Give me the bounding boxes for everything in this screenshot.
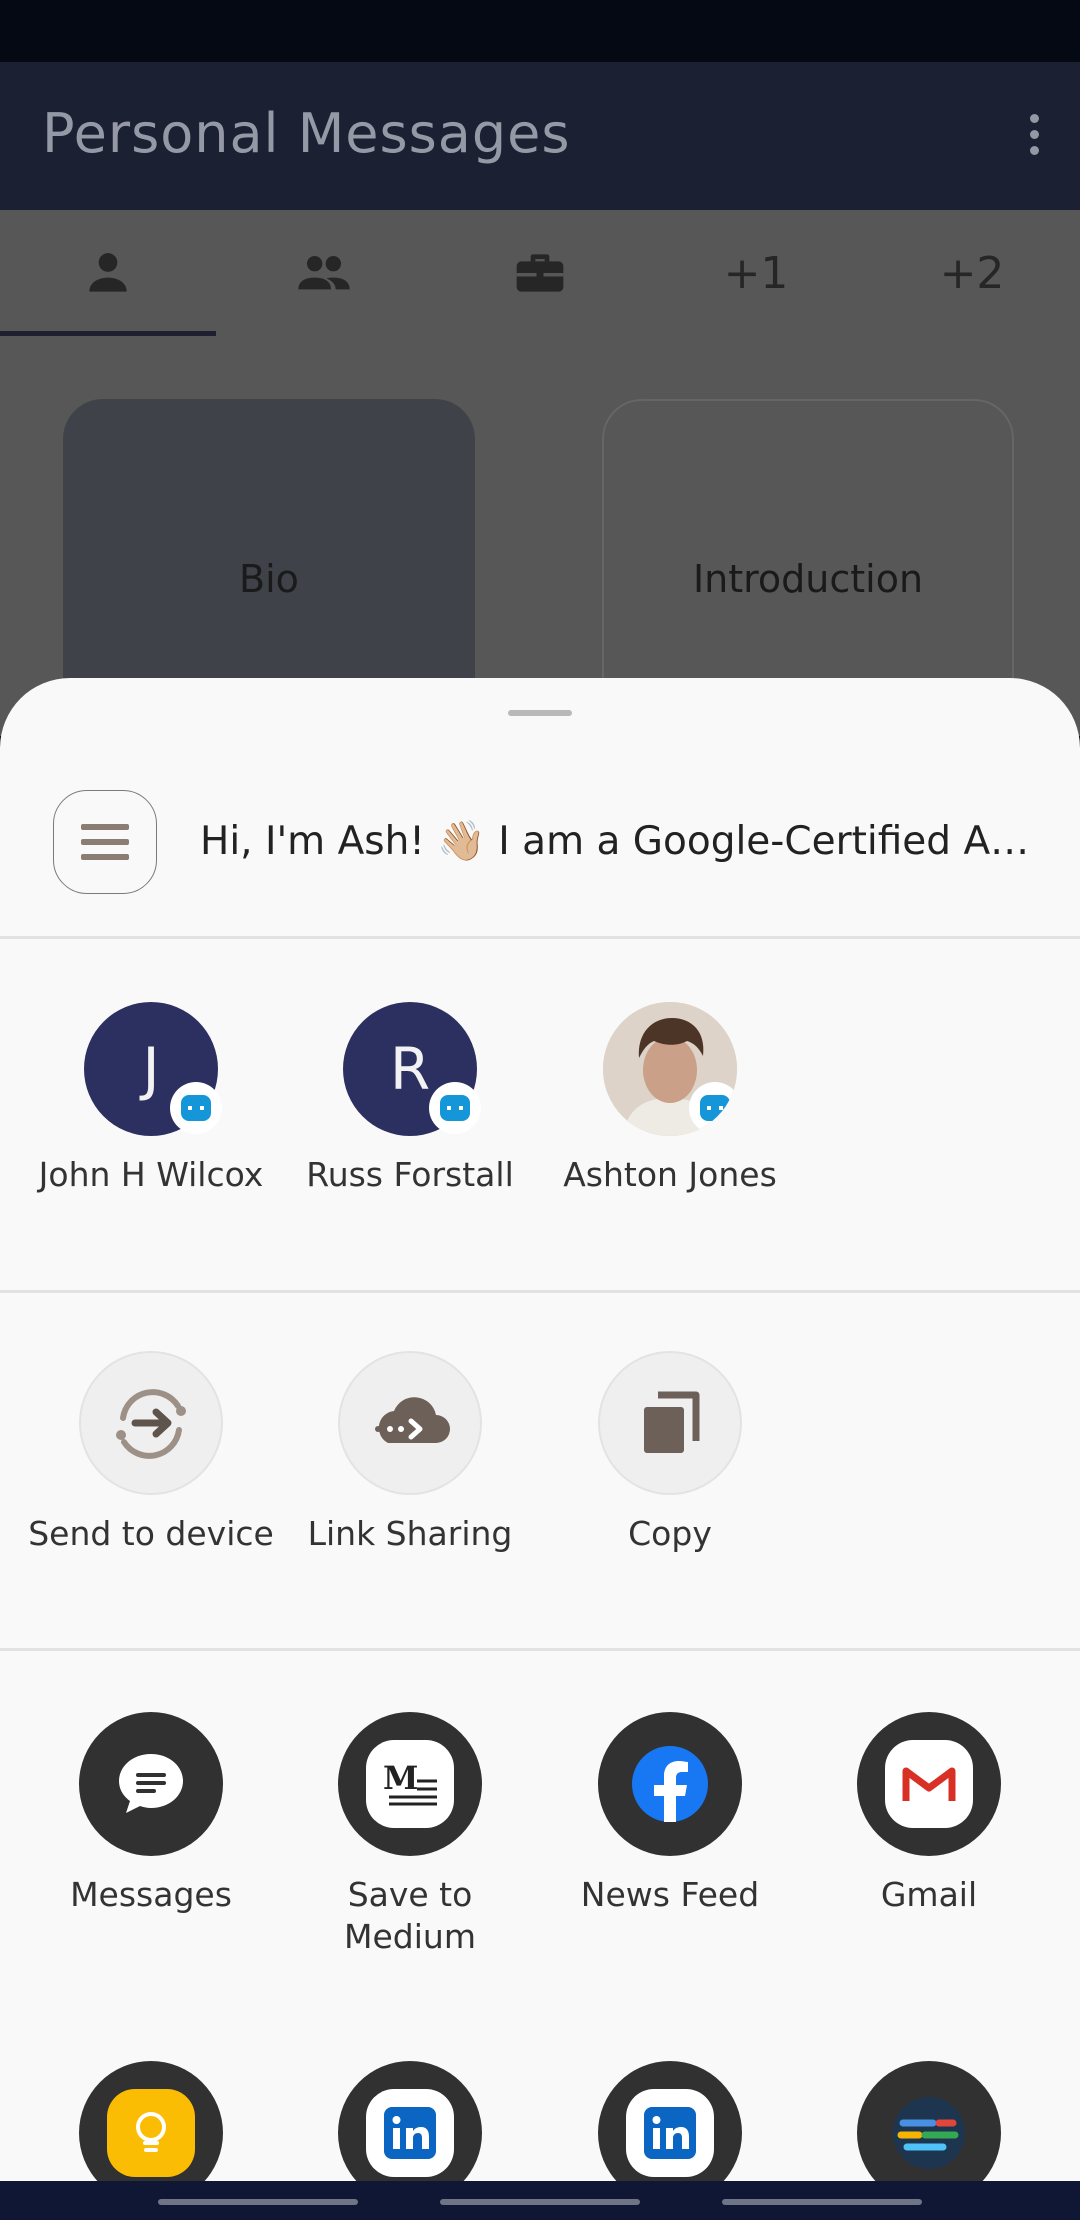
- app-news-feed[interactable]: News Feed: [540, 1712, 800, 1916]
- nav-recents-button[interactable]: [158, 2199, 358, 2205]
- cloud-link-icon: [375, 1397, 450, 1443]
- app-label: Messages: [70, 1875, 232, 1914]
- briefcase-icon: [516, 254, 564, 292]
- contact-name: John H Wilcox: [38, 1155, 264, 1194]
- introduction-card-label: Introduction: [692, 557, 924, 601]
- contact-name: Russ Forstall: [306, 1155, 514, 1194]
- medium-icon: M: [383, 1759, 437, 1806]
- contact-john-h-wilcox[interactable]: J John H Wilcox: [21, 1002, 281, 1196]
- send-to-device-icon: [116, 1389, 186, 1459]
- nav-home-button[interactable]: [440, 2199, 640, 2205]
- contact-russ-forstall[interactable]: R Russ Forstall: [280, 1002, 540, 1196]
- bio-card-label: Bio: [239, 557, 299, 601]
- colored-lines-icon: [893, 2097, 965, 2169]
- copy-icon: [644, 1391, 700, 1453]
- app-label: Save to Medium: [344, 1875, 476, 1956]
- messages-badge-icon: [170, 1082, 222, 1134]
- app-bar: Personal Messages: [0, 62, 1080, 210]
- contact-ashton-jones[interactable]: Ashton Jones: [540, 1002, 800, 1196]
- tab-bar: +1 +2: [0, 210, 1080, 336]
- tab-work[interactable]: [432, 210, 648, 336]
- tab-plus-2[interactable]: +2: [864, 210, 1080, 336]
- status-bar: [0, 0, 1080, 62]
- app-keep[interactable]: [21, 2061, 281, 2181]
- app-title: Personal Messages: [42, 102, 571, 165]
- person-icon: [89, 253, 127, 292]
- tab-personal[interactable]: [0, 210, 216, 336]
- divider: [0, 1290, 1080, 1293]
- copy-button[interactable]: Copy: [540, 1351, 800, 1555]
- app-linkedin[interactable]: [540, 2061, 800, 2181]
- app-save-to-medium[interactable]: M Save to Medium: [280, 1712, 540, 1958]
- messages-icon: [119, 1754, 183, 1813]
- linkedin-icon: [384, 2107, 436, 2159]
- app-gmail[interactable]: Gmail: [799, 1712, 1059, 1916]
- action-label: Link Sharing: [307, 1514, 513, 1553]
- contact-name: Ashton Jones: [563, 1155, 777, 1194]
- messages-badge-icon: [689, 1082, 737, 1134]
- tab-group[interactable]: [216, 210, 432, 336]
- text-preview-icon: [53, 790, 157, 894]
- send-to-device-button[interactable]: Send to device: [21, 1351, 281, 1555]
- action-label: Copy: [628, 1514, 712, 1553]
- group-icon: [298, 255, 350, 290]
- app-colored-lines[interactable]: [799, 2061, 1059, 2181]
- tab-plus-1[interactable]: +1: [648, 210, 864, 336]
- avatar: [603, 1002, 737, 1136]
- share-sheet: Hi, I'm Ash! 👋🏼 I am a Google-Certified …: [0, 678, 1080, 2181]
- nav-back-button[interactable]: [722, 2199, 922, 2205]
- app-label: News Feed: [580, 1875, 760, 1914]
- navigation-bar: [0, 2181, 1080, 2220]
- drag-handle[interactable]: [508, 710, 572, 716]
- link-sharing-button[interactable]: Link Sharing: [280, 1351, 540, 1555]
- avatar: R: [343, 1002, 481, 1136]
- share-preview-text: Hi, I'm Ash! 👋🏼 I am a Google-Certified …: [200, 819, 1030, 864]
- gmail-icon: [902, 1767, 956, 1801]
- svg-text:M: M: [383, 1759, 418, 1797]
- messages-badge-icon: [429, 1082, 481, 1134]
- divider: [0, 1648, 1080, 1651]
- app-linkedin[interactable]: [280, 2061, 540, 2181]
- avatar: J: [84, 1002, 222, 1136]
- action-label: Send to device: [28, 1514, 274, 1553]
- linkedin-icon: [644, 2107, 696, 2159]
- more-options-icon[interactable]: [1026, 114, 1042, 162]
- app-label: Gmail: [880, 1875, 978, 1914]
- facebook-icon: [632, 1746, 708, 1822]
- divider: [0, 936, 1080, 939]
- keep-lightbulb-icon: [136, 2112, 166, 2152]
- app-messages[interactable]: Messages: [21, 1712, 281, 1916]
